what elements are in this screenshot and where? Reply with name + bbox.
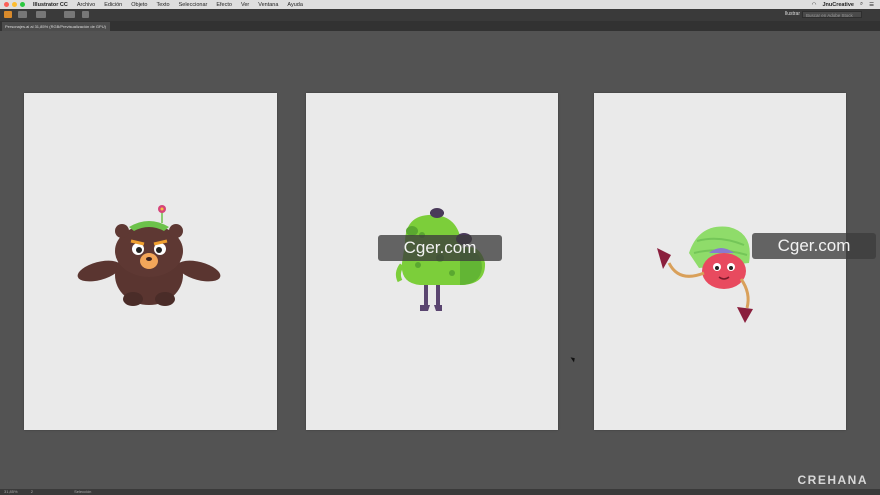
artboard-1[interactable] — [24, 93, 277, 430]
menu-archivo[interactable]: Archivo — [77, 2, 95, 8]
window-controls — [4, 2, 25, 7]
brand-watermark: CREHANA — [797, 473, 868, 487]
document-tab[interactable]: Personajes.ai al 31,85% (RGB/Previsualiz… — [2, 22, 110, 31]
bridge-icon[interactable] — [18, 11, 27, 18]
minimize-window-button[interactable] — [12, 2, 17, 7]
menu-ver[interactable]: Ver — [241, 2, 249, 8]
watermark-overlay-1: Cger.com — [378, 235, 502, 261]
menu-app-name[interactable]: Illustrator CC — [33, 2, 68, 8]
stock-icon[interactable] — [36, 11, 46, 18]
menu-ventana[interactable]: Ventana — [258, 2, 278, 8]
menu-objeto[interactable]: Objeto — [131, 2, 147, 8]
list-icon[interactable]: ☰ — [869, 2, 874, 8]
document-tab-bar: Personajes.ai al 31,85% (RGB/Previsualiz… — [0, 21, 880, 31]
bear-character-illustration — [77, 205, 221, 306]
menu-edicion[interactable]: Edición — [104, 2, 122, 8]
mouse-cursor-icon — [570, 355, 577, 363]
zoom-level[interactable]: 31,85% — [4, 489, 18, 494]
send-icon[interactable] — [82, 11, 89, 18]
stock-search-input[interactable]: Buscar en Adobe Stock — [802, 11, 862, 18]
artboard-number[interactable]: 2 — [31, 489, 33, 494]
search-icon[interactable]: ⌕ — [860, 1, 863, 8]
menu-seleccionar[interactable]: Seleccionar — [179, 2, 208, 8]
artboard-2[interactable] — [306, 93, 558, 430]
arrange-documents-icon[interactable] — [64, 11, 75, 18]
ai-logo-icon — [4, 11, 12, 18]
wifi-icon: ◠ — [811, 1, 817, 8]
hermit-crab-illustration — [657, 226, 753, 323]
watermark-overlay-2: Cger.com — [752, 233, 876, 259]
status-bar: 31,85% 2 Selección — [0, 489, 880, 495]
close-window-button[interactable] — [4, 2, 9, 7]
menu-bar: Illustrator CC Archivo Edición Objeto Te… — [0, 0, 880, 9]
current-tool[interactable]: Selección — [74, 489, 91, 494]
menu-ayuda[interactable]: Ayuda — [287, 2, 303, 8]
artboard-3[interactable] — [594, 93, 846, 430]
menubar-status-area: ◠ JnuCreative ⌕ ☰ — [812, 0, 874, 9]
workspace-switcher[interactable]: Ilustrar — [785, 10, 800, 19]
maximize-window-button[interactable] — [20, 2, 25, 7]
menu-efecto[interactable]: Efecto — [216, 2, 232, 8]
menu-texto[interactable]: Texto — [156, 2, 169, 8]
user-name[interactable]: JnuCreative — [822, 2, 854, 8]
